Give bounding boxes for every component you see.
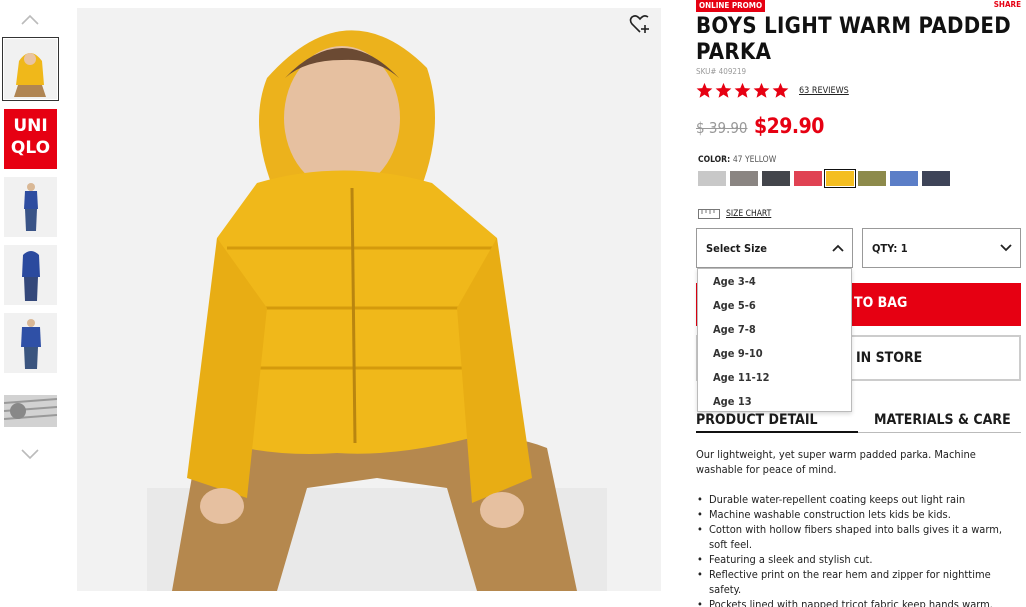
sale-price: $29.90 bbox=[754, 114, 824, 138]
star-icon bbox=[715, 82, 732, 98]
color-swatch[interactable] bbox=[890, 171, 918, 186]
thumbnail-rail: UNI QLO bbox=[0, 0, 62, 607]
size-option[interactable]: Age 7-8 bbox=[713, 323, 756, 336]
feature-item: Featuring a sleek and stylish cut. bbox=[697, 552, 1019, 567]
thumbnail-blue-front[interactable] bbox=[4, 313, 57, 373]
thumbnail-yellow-front[interactable] bbox=[2, 37, 59, 101]
star-icon bbox=[734, 82, 751, 98]
feature-item: Durable water-repellent coating keeps ou… bbox=[697, 492, 1019, 507]
feature-item: Reflective print on the rear hem and zip… bbox=[697, 567, 1019, 597]
feature-item: Cotton with hollow fibers shaped into ba… bbox=[697, 522, 1019, 552]
color-swatch[interactable] bbox=[858, 171, 886, 186]
star-icon bbox=[753, 82, 770, 98]
promo-badge: ONLINE PROMO bbox=[696, 0, 766, 12]
color-swatch[interactable] bbox=[730, 171, 758, 186]
product-tabs: PRODUCT DETAIL MATERIALS & CARE bbox=[696, 412, 1021, 433]
wishlist-add-icon[interactable] bbox=[629, 14, 651, 34]
size-option[interactable]: Age 9-10 bbox=[713, 347, 763, 360]
size-select[interactable]: Select Size bbox=[696, 228, 853, 268]
chevron-down-icon bbox=[1000, 244, 1012, 252]
color-swatch[interactable] bbox=[794, 171, 822, 186]
size-option[interactable]: Age 13 bbox=[713, 395, 752, 408]
size-dropdown-menu: Age 3-4 Age 5-6 Age 7-8 Age 9-10 Age 11-… bbox=[697, 268, 852, 412]
star-icon bbox=[696, 82, 713, 98]
tab-product-detail[interactable]: PRODUCT DETAIL bbox=[696, 412, 818, 428]
ruler-icon bbox=[698, 209, 720, 219]
share-link[interactable]: SHARE bbox=[994, 0, 1021, 10]
logo-text-bottom: QLO bbox=[10, 138, 51, 158]
quantity-select[interactable]: QTY: 1 bbox=[862, 228, 1021, 268]
feature-list: Durable water-repellent coating keeps ou… bbox=[697, 492, 1019, 607]
color-swatches bbox=[698, 169, 950, 188]
size-chart-link[interactable]: SIZE CHART bbox=[698, 209, 771, 219]
tab-materials-care[interactable]: MATERIALS & CARE bbox=[874, 412, 1011, 428]
original-price: $ 39.90 bbox=[696, 119, 748, 137]
color-selected-name: 47 YELLOW bbox=[732, 155, 777, 165]
product-description: Our lightweight, yet super warm padded p… bbox=[696, 448, 976, 476]
reviews-link[interactable]: 63 REVIEWS bbox=[799, 86, 849, 96]
chevron-down-icon[interactable] bbox=[18, 444, 42, 464]
thumbnail-uniqlo-logo[interactable]: UNI QLO bbox=[4, 109, 57, 169]
chevron-up-icon[interactable] bbox=[18, 10, 42, 30]
color-swatch[interactable] bbox=[762, 171, 790, 186]
thumbnail-fabric-detail[interactable] bbox=[4, 395, 57, 427]
color-swatch[interactable] bbox=[698, 171, 726, 186]
thumbnail-blue-side[interactable] bbox=[4, 177, 57, 237]
logo-text-top: UNI bbox=[13, 116, 48, 136]
star-icon bbox=[772, 82, 789, 98]
size-option[interactable]: Age 3-4 bbox=[713, 275, 756, 288]
tab-active-underline bbox=[696, 431, 858, 433]
add-to-bag-label: TO BAG bbox=[854, 295, 908, 311]
feature-item: Machine washable construction lets kids … bbox=[697, 507, 1019, 522]
color-swatch-selected[interactable] bbox=[824, 169, 856, 188]
size-chart-label: SIZE CHART bbox=[726, 209, 772, 219]
color-label: COLOR: 47 YELLOW bbox=[698, 155, 776, 165]
product-sku: SKU# 409219 bbox=[696, 67, 747, 76]
thumbnail-blue-back[interactable] bbox=[4, 245, 57, 305]
tab-divider bbox=[858, 432, 1021, 433]
product-details-panel: ONLINE PROMO SHARE BOYS LIGHT WARM PADDE… bbox=[696, 0, 1026, 607]
feature-item: Pockets lined with napped tricot fabric … bbox=[697, 597, 1019, 607]
color-swatch[interactable] bbox=[922, 171, 950, 186]
size-option[interactable]: Age 5-6 bbox=[713, 299, 756, 312]
size-select-label: Select Size bbox=[706, 242, 767, 255]
chevron-up-icon bbox=[832, 244, 844, 252]
main-product-image bbox=[77, 8, 661, 591]
find-in-store-label: IN STORE bbox=[856, 350, 923, 366]
color-label-prefix: COLOR: bbox=[698, 155, 731, 165]
size-option[interactable]: Age 11-12 bbox=[713, 371, 770, 384]
rating-stars bbox=[696, 82, 789, 102]
product-title: BOYS LIGHT WARM PADDED PARKA bbox=[696, 14, 1011, 65]
quantity-select-label: QTY: 1 bbox=[872, 242, 908, 255]
